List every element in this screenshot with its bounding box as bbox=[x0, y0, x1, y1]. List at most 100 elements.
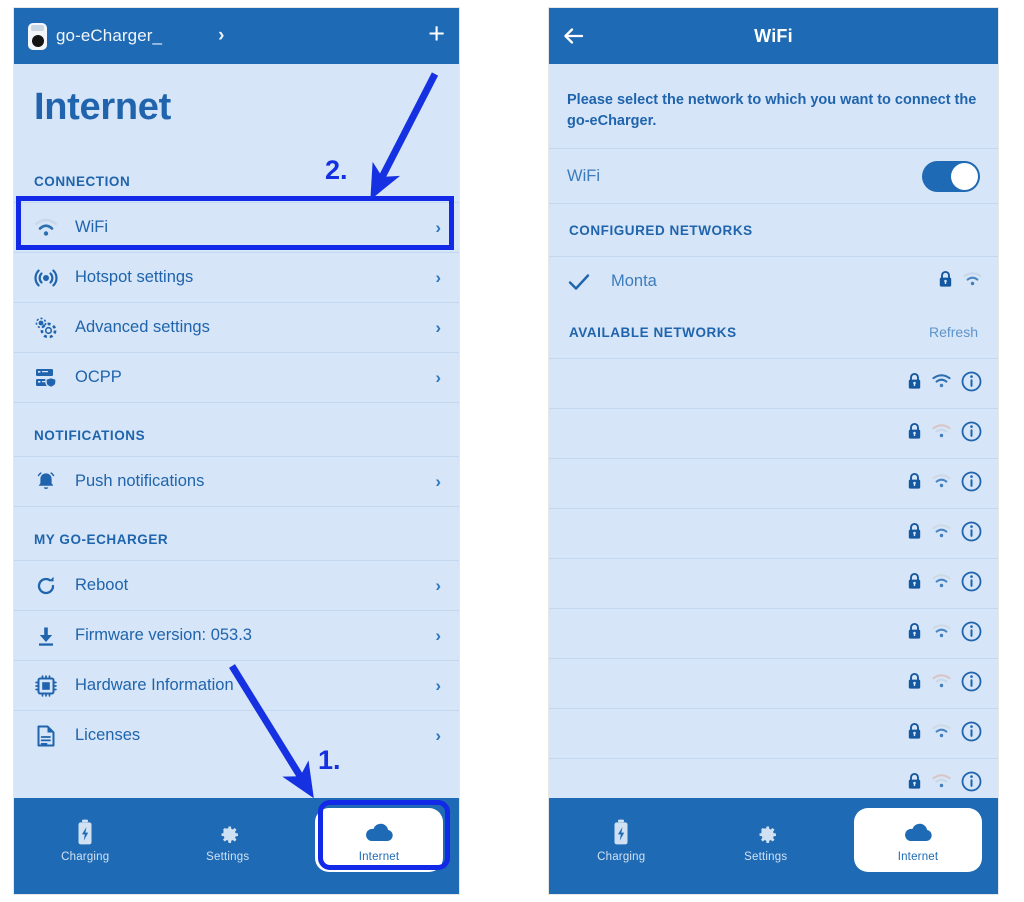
sidebar-item-label: Hotspot settings bbox=[75, 268, 194, 286]
lock-icon bbox=[938, 270, 953, 293]
lock-icon bbox=[907, 572, 922, 595]
wifi-signal-icon bbox=[932, 473, 951, 494]
cloud-icon bbox=[901, 818, 935, 848]
charger-device-icon bbox=[28, 22, 47, 50]
back-arrow-icon[interactable] bbox=[561, 23, 587, 49]
nav-tab-settings[interactable]: Settings bbox=[157, 808, 300, 872]
info-icon[interactable] bbox=[961, 571, 982, 597]
gears-icon bbox=[32, 314, 60, 342]
wifi-icon bbox=[32, 214, 60, 242]
available-network-row[interactable] bbox=[549, 708, 998, 758]
nav-tab-settings[interactable]: Settings bbox=[694, 808, 839, 872]
chevron-right-icon: › bbox=[218, 25, 225, 46]
chevron-right-icon: › bbox=[435, 725, 441, 745]
wifi-signal-icon bbox=[932, 723, 951, 744]
section-header-configured-networks: CONFIGURED NETWORKS bbox=[549, 204, 998, 256]
network-status-icons bbox=[907, 621, 982, 647]
section-header-label: CONFIGURED NETWORKS bbox=[569, 222, 753, 238]
info-icon[interactable] bbox=[961, 671, 982, 697]
info-icon[interactable] bbox=[961, 471, 982, 497]
left-appbar: go-eCharger_ › + bbox=[14, 8, 459, 64]
wifi-signal-icon bbox=[963, 271, 982, 292]
phone-panel-internet: go-eCharger_ › + Internet CONNECTION WiF… bbox=[14, 8, 459, 894]
annotation-step-2: 2. bbox=[325, 155, 348, 185]
device-name-label: go-eCharger_ bbox=[56, 26, 163, 45]
available-network-row[interactable] bbox=[549, 508, 998, 558]
wifi-signal-icon bbox=[932, 673, 951, 694]
network-status-icons bbox=[907, 571, 982, 597]
device-selector[interactable]: go-eCharger_ › bbox=[28, 22, 428, 50]
instruction-text: Please select the network to which you w… bbox=[567, 92, 977, 130]
chevron-right-icon: › bbox=[435, 317, 441, 337]
sidebar-item-wifi[interactable]: WiFi › bbox=[14, 202, 459, 252]
nav-tab-label: Settings bbox=[744, 850, 788, 863]
nav-tab-charging[interactable]: Charging bbox=[14, 808, 157, 872]
available-network-row[interactable] bbox=[549, 358, 998, 408]
available-network-row[interactable] bbox=[549, 608, 998, 658]
sidebar-item-ocpp[interactable]: OCPP › bbox=[14, 352, 459, 402]
chevron-right-icon: › bbox=[435, 367, 441, 387]
lock-icon bbox=[907, 622, 922, 645]
configured-network-row[interactable]: Monta bbox=[549, 256, 998, 306]
section-header-label: NOTIFICATIONS bbox=[34, 427, 146, 443]
sidebar-item-label: Reboot bbox=[75, 576, 129, 594]
section-header-connection: CONNECTION bbox=[14, 160, 459, 202]
section-divider bbox=[14, 506, 459, 518]
sidebar-item-label: Push notifications bbox=[75, 472, 205, 490]
network-status-icons bbox=[907, 521, 982, 547]
info-icon[interactable] bbox=[961, 371, 982, 397]
refresh-icon bbox=[32, 572, 60, 600]
network-status-icons bbox=[907, 671, 982, 697]
phone-panel-wifi: WiFi Please select the network to which … bbox=[549, 8, 998, 894]
wifi-toggle-row[interactable]: WiFi bbox=[549, 148, 998, 205]
battery-bolt-icon bbox=[612, 818, 630, 848]
nav-tab-internet[interactable]: Internet bbox=[854, 808, 982, 872]
info-icon[interactable] bbox=[961, 771, 982, 797]
right-appbar: WiFi bbox=[549, 8, 998, 64]
available-network-row[interactable] bbox=[549, 458, 998, 508]
sidebar-item-label: Licenses bbox=[75, 726, 141, 744]
wifi-signal-icon bbox=[932, 423, 951, 444]
sidebar-item-label: Firmware version: 053.3 bbox=[75, 626, 252, 644]
lock-icon bbox=[907, 472, 922, 495]
sidebar-item-label: Advanced settings bbox=[75, 318, 210, 336]
network-status-icons bbox=[907, 421, 982, 447]
sidebar-item-reboot[interactable]: Reboot › bbox=[14, 560, 459, 610]
sidebar-item-advanced-settings[interactable]: Advanced settings › bbox=[14, 302, 459, 352]
available-network-row[interactable] bbox=[549, 558, 998, 608]
page-title: WiFi bbox=[754, 25, 793, 46]
wifi-toggle-switch[interactable] bbox=[922, 160, 980, 192]
add-device-button[interactable]: + bbox=[428, 20, 445, 52]
lock-icon bbox=[907, 422, 922, 445]
sidebar-item-hotspot-settings[interactable]: Hotspot settings › bbox=[14, 252, 459, 302]
network-name: Monta bbox=[611, 272, 657, 291]
page-title: Internet bbox=[34, 86, 171, 128]
sidebar-item-push-notifications[interactable]: Push notifications › bbox=[14, 456, 459, 506]
info-icon[interactable] bbox=[961, 721, 982, 747]
section-header-label: CONNECTION bbox=[34, 173, 131, 189]
sidebar-item-licenses[interactable]: Licenses › bbox=[14, 710, 459, 760]
sidebar-item-label: Hardware Information bbox=[75, 676, 234, 694]
info-icon[interactable] bbox=[961, 621, 982, 647]
wifi-signal-icon bbox=[932, 373, 951, 394]
nav-tab-charging[interactable]: Charging bbox=[549, 808, 694, 872]
screenshot-root: go-eCharger_ › + Internet CONNECTION WiF… bbox=[0, 0, 1024, 902]
info-icon[interactable] bbox=[961, 521, 982, 547]
sidebar-item-firmware-version[interactable]: Firmware version: 053.3 › bbox=[14, 610, 459, 660]
section-header-my-go-echarger: MY GO-ECHARGER bbox=[14, 518, 459, 560]
gear-icon bbox=[752, 818, 779, 848]
available-network-row[interactable] bbox=[549, 408, 998, 458]
sidebar-item-hardware-information[interactable]: Hardware Information › bbox=[14, 660, 459, 710]
gear-icon bbox=[214, 818, 241, 848]
check-icon bbox=[567, 272, 597, 292]
available-network-row[interactable] bbox=[549, 658, 998, 708]
section-header-label: AVAILABLE NETWORKS bbox=[569, 324, 737, 340]
refresh-button[interactable]: Refresh bbox=[929, 324, 978, 340]
available-networks-list bbox=[549, 358, 998, 808]
download-icon bbox=[32, 622, 60, 650]
left-bottom-nav: Charging Settings Internet bbox=[14, 798, 459, 894]
info-icon[interactable] bbox=[961, 421, 982, 447]
network-status-icons bbox=[907, 721, 982, 747]
chevron-right-icon: › bbox=[435, 675, 441, 695]
nav-tab-internet[interactable]: Internet bbox=[315, 808, 443, 872]
